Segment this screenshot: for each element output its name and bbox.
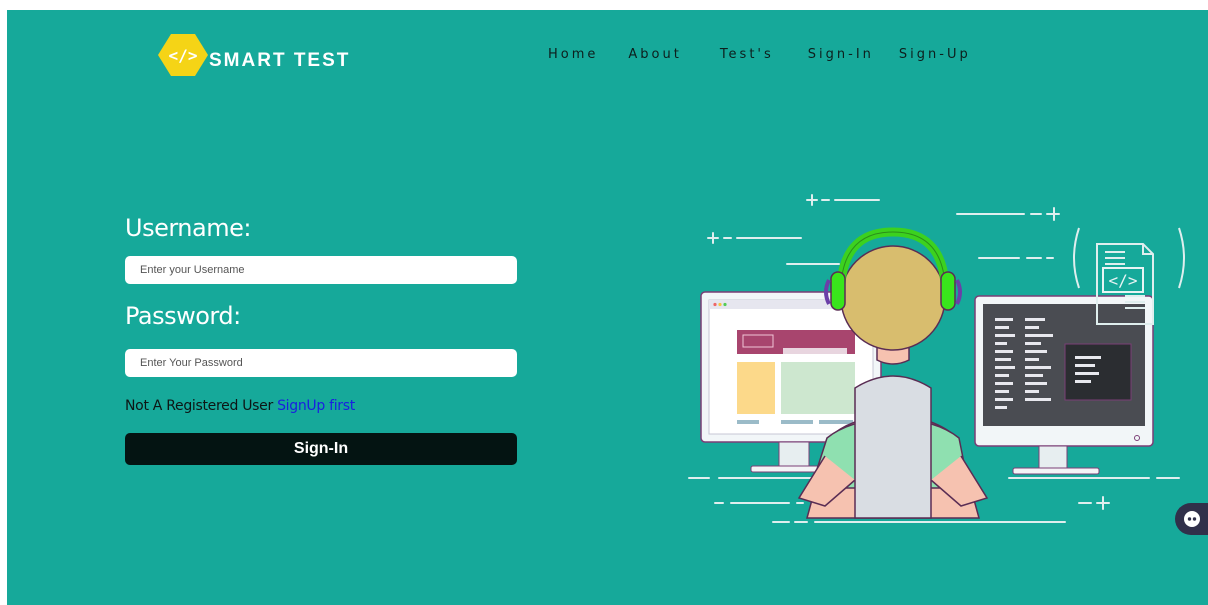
nav-home[interactable]: Home <box>548 47 598 62</box>
sign-in-form: Username: Password: Not A Registered Use… <box>125 208 517 465</box>
password-label: Password: <box>125 302 241 330</box>
username-input[interactable] <box>125 256 517 284</box>
username-label: Username: <box>125 214 251 242</box>
brand-logo[interactable]: </> SMART TEST <box>157 32 350 78</box>
register-prompt: Not A Registered User SignUp first <box>125 398 517 414</box>
nav-sign-in[interactable]: Sign-In <box>808 47 874 62</box>
nav-about[interactable]: About <box>628 47 681 62</box>
signup-link[interactable]: SignUp first <box>277 398 355 414</box>
sign-in-button[interactable]: Sign-In <box>125 433 517 465</box>
top-nav: Home About Test's Sign-In Sign-Up <box>548 47 1001 62</box>
code-hexagon-icon: </> <box>158 34 208 76</box>
nav-sign-up[interactable]: Sign-Up <box>899 47 971 62</box>
nav-tests[interactable]: Test's <box>720 47 774 62</box>
developer-illustration: </> <box>688 194 1185 523</box>
chatbot-button[interactable] <box>1175 503 1208 535</box>
page: </> SMART TEST Home About Test's Sign-In… <box>7 10 1208 605</box>
chatbot-icon <box>1183 511 1200 527</box>
password-input[interactable] <box>125 349 517 377</box>
svg-text:</>: </> <box>1109 271 1138 290</box>
brand-name: SMART TEST <box>209 50 351 71</box>
register-text: Not A Registered User <box>125 398 278 414</box>
svg-text:</>: </> <box>169 46 198 65</box>
